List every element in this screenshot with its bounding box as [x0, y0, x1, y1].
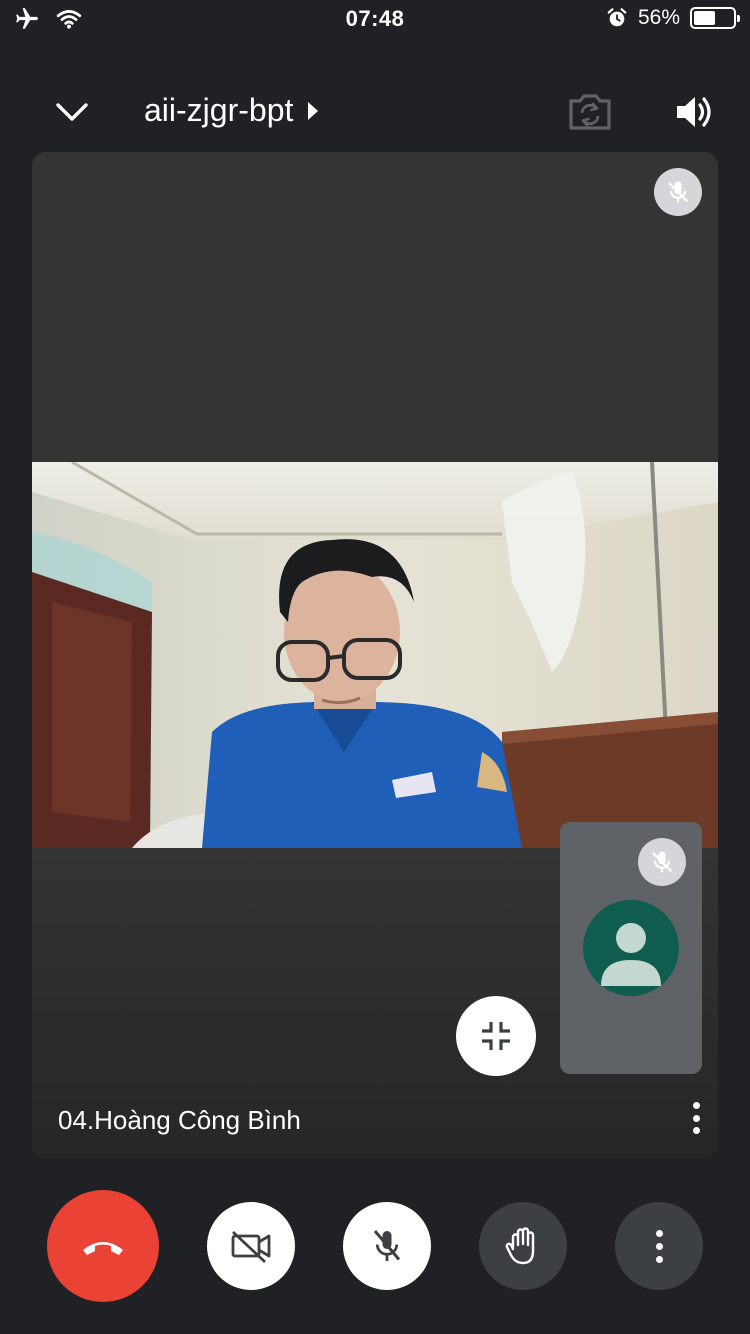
more-dot: [692, 1114, 700, 1122]
collapse-button[interactable]: [50, 90, 94, 134]
meeting-code-button[interactable]: aii-zjgr-bpt: [144, 92, 319, 129]
speaker-button[interactable]: [672, 90, 716, 134]
end-call-button[interactable]: [47, 1190, 159, 1302]
hand-icon: [505, 1227, 535, 1265]
self-muted-badge: [638, 838, 686, 886]
status-right: 56%: [606, 6, 740, 30]
avatar: [583, 900, 679, 996]
self-view-tile[interactable]: [560, 822, 702, 1074]
more-dot: [655, 1242, 663, 1250]
battery-percent: 56%: [637, 6, 680, 29]
person-icon: [601, 923, 661, 986]
tile-background: [32, 152, 718, 462]
tile-more-options-button[interactable]: [684, 1098, 708, 1138]
mic-off-icon: [651, 851, 673, 873]
battery-icon: [690, 7, 740, 29]
switch-camera-icon: [569, 94, 611, 130]
fullscreen-exit-button[interactable]: [456, 996, 536, 1076]
battery-level: [694, 11, 716, 25]
mic-off-icon: [667, 181, 689, 203]
more-dot: [692, 1127, 700, 1134]
participant-name: 04.Hoàng Công Bình: [58, 1105, 301, 1135]
more-options-button[interactable]: [615, 1202, 703, 1290]
video-feed-image: [32, 462, 718, 848]
play-arrow-icon: [308, 101, 319, 120]
mic-off-icon: [373, 1230, 401, 1261]
alarm-icon: [607, 8, 627, 27]
camera-off-icon: [231, 1230, 271, 1264]
raise-hand-button[interactable]: [479, 1202, 567, 1290]
camera-toggle-button[interactable]: [207, 1202, 295, 1290]
switch-camera-button[interactable]: [566, 92, 614, 132]
more-dot: [692, 1102, 700, 1109]
meeting-header: aii-zjgr-bpt: [0, 80, 750, 144]
fullscreen-exit-icon: [482, 1022, 510, 1050]
call-controls: [0, 1190, 750, 1302]
status-bar: 07:48 56%: [0, 0, 750, 40]
phone-hangup-icon: [83, 1242, 123, 1255]
more-dot: [655, 1255, 663, 1263]
participant-video: [32, 462, 718, 848]
microphone-toggle-button[interactable]: [343, 1202, 431, 1290]
more-dot: [655, 1229, 663, 1237]
chevron-down-icon: [56, 103, 88, 121]
participant-muted-badge: [654, 168, 702, 216]
speaker-icon: [677, 97, 711, 127]
meeting-code: aii-zjgr-bpt: [144, 92, 294, 128]
